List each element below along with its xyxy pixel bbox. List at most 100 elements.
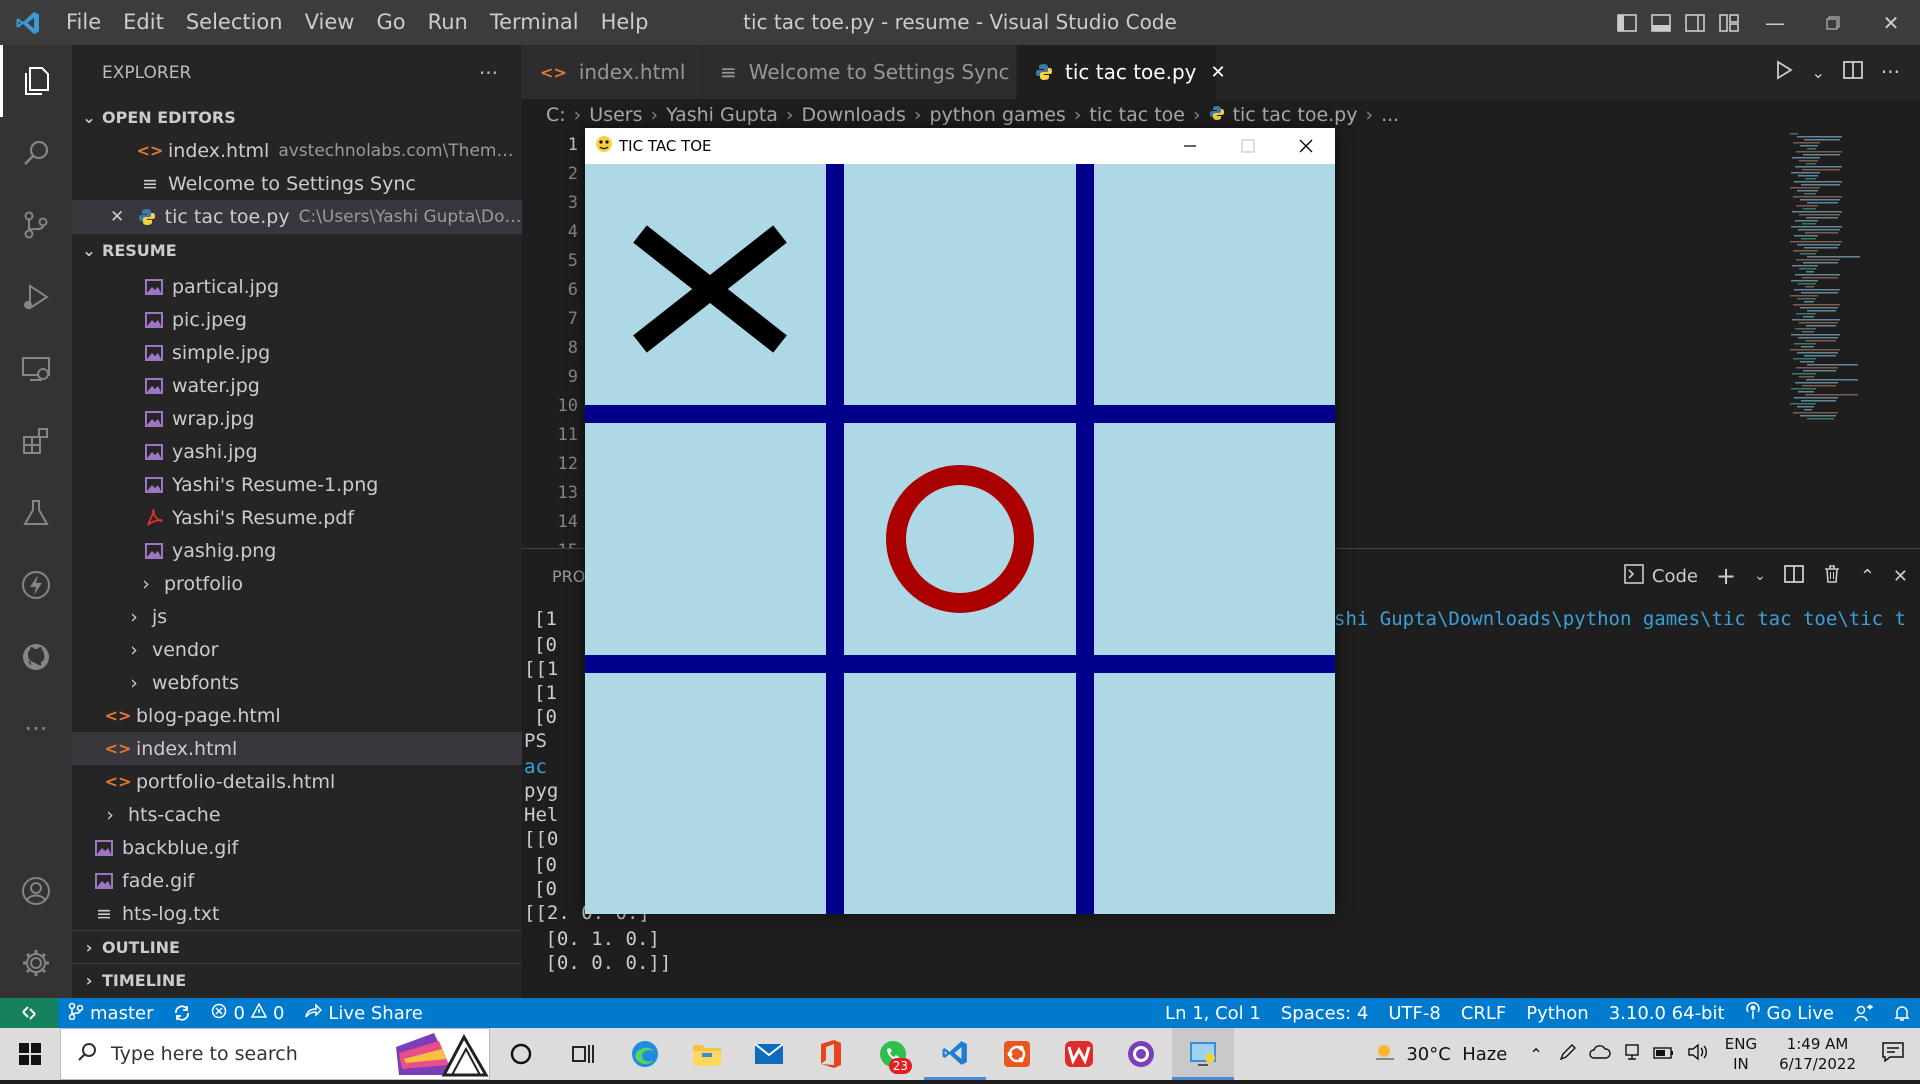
- battery-icon[interactable]: [1653, 1044, 1675, 1065]
- menu-go[interactable]: Go: [365, 0, 416, 45]
- gear-icon[interactable]: [0, 927, 72, 999]
- encoding[interactable]: UTF-8: [1378, 1003, 1450, 1024]
- tree-file[interactable]: yashig.png: [72, 534, 522, 567]
- breadcrumb-item[interactable]: tic tac toe: [1089, 104, 1185, 126]
- live-share-item[interactable]: Live Share: [294, 1003, 432, 1024]
- indentation[interactable]: Spaces: 4: [1271, 1003, 1378, 1024]
- mail-icon[interactable]: [738, 1028, 800, 1080]
- tree-file[interactable]: partical.jpg: [72, 270, 522, 303]
- toggle-panel-icon[interactable]: [1644, 0, 1678, 45]
- lightning-icon[interactable]: [0, 549, 72, 621]
- board-cell[interactable]: [835, 414, 1085, 664]
- board-cell[interactable]: [585, 164, 835, 414]
- language-indicator[interactable]: ENG IN: [1725, 1034, 1757, 1074]
- line-ending[interactable]: CRLF: [1451, 1003, 1516, 1024]
- split-terminal-icon[interactable]: [1783, 564, 1804, 589]
- minimap[interactable]: [1790, 131, 1900, 421]
- menu-edit[interactable]: Edit: [112, 0, 175, 45]
- toggle-sidebar-icon[interactable]: [1610, 0, 1644, 45]
- board-cell[interactable]: [585, 664, 835, 914]
- breadcrumb-item[interactable]: python games: [929, 104, 1065, 126]
- cursor-position[interactable]: Ln 1, Col 1: [1155, 1003, 1271, 1024]
- github-icon[interactable]: [0, 621, 72, 693]
- tree-file[interactable]: fade.gif: [72, 864, 522, 897]
- board-cell[interactable]: [1085, 664, 1335, 914]
- git-branch-item[interactable]: master: [58, 1002, 163, 1025]
- tree-file[interactable]: pic.jpeg: [72, 303, 522, 336]
- restore-button[interactable]: [1804, 0, 1862, 45]
- tab-tic-tac-toe[interactable]: tic tac toe.py ✕: [1017, 45, 1226, 99]
- tree-file-selected[interactable]: <> index.html: [72, 732, 522, 765]
- pygame-minimize-button[interactable]: [1161, 128, 1219, 164]
- office-icon[interactable]: [800, 1028, 862, 1080]
- breadcrumb-item[interactable]: Users: [589, 104, 642, 126]
- task-view-icon[interactable]: [552, 1028, 614, 1080]
- close-icon[interactable]: ✕: [110, 207, 137, 227]
- timeline-header[interactable]: › TIMELINE: [72, 963, 522, 996]
- chevron-down-icon[interactable]: ⌄: [1754, 568, 1766, 584]
- more-actions-icon[interactable]: ···: [1881, 60, 1900, 84]
- menu-help[interactable]: Help: [590, 0, 660, 45]
- pygame-close-button[interactable]: [1277, 128, 1335, 164]
- edge-browser-icon[interactable]: [614, 1028, 676, 1080]
- new-terminal-icon[interactable]: +: [1716, 562, 1736, 590]
- tab-index-html[interactable]: <> index.html: [522, 45, 702, 99]
- tree-folder[interactable]: › hts-cache: [72, 798, 522, 831]
- cloud-icon[interactable]: [1589, 1044, 1611, 1065]
- tic-tac-toe-board[interactable]: [585, 164, 1335, 914]
- open-editor-item-active[interactable]: ✕ tic tac toe.py C:\Users\Yashi Gupta\Down…: [72, 200, 522, 233]
- remote-indicator-icon[interactable]: [0, 998, 58, 1028]
- close-window-button[interactable]: ✕: [1862, 0, 1920, 45]
- weather-icon[interactable]: [1372, 1041, 1398, 1068]
- remote-explorer-icon[interactable]: [0, 333, 72, 405]
- python-interpreter[interactable]: 3.10.0 64-bit: [1599, 1003, 1735, 1024]
- whatsapp-icon[interactable]: 23: [862, 1028, 924, 1080]
- more-icon[interactable]: ···: [0, 693, 72, 765]
- run-debug-icon[interactable]: [0, 261, 72, 333]
- menu-selection[interactable]: Selection: [175, 0, 294, 45]
- board-cell[interactable]: [585, 414, 835, 664]
- tree-folder[interactable]: › webfonts: [72, 666, 522, 699]
- explorer-icon[interactable]: [0, 45, 72, 117]
- github-desktop-icon[interactable]: [1110, 1028, 1172, 1080]
- go-live-item[interactable]: Go Live: [1735, 1001, 1844, 1025]
- taskbar-search-box[interactable]: Type here to search: [60, 1028, 490, 1080]
- notifications-icon[interactable]: [1884, 1004, 1920, 1022]
- testing-icon[interactable]: [0, 477, 72, 549]
- tree-folder[interactable]: › js: [72, 600, 522, 633]
- search-icon[interactable]: [0, 117, 72, 189]
- volume-icon[interactable]: [1687, 1043, 1709, 1066]
- board-canvas[interactable]: [585, 164, 1335, 914]
- task-view-circle-icon[interactable]: [490, 1028, 552, 1080]
- sync-icon[interactable]: [163, 1004, 201, 1022]
- close-icon[interactable]: ✕: [1210, 62, 1225, 83]
- toggle-secondary-sidebar-icon[interactable]: [1678, 0, 1712, 45]
- tree-file[interactable]: <> blog-page.html: [72, 699, 522, 732]
- chevron-up-icon[interactable]: ⌃: [1529, 1045, 1542, 1064]
- source-control-icon[interactable]: [0, 189, 72, 261]
- open-editor-item[interactable]: ≡ Welcome to Settings Sync: [72, 167, 522, 200]
- tree-file[interactable]: yashi.jpg: [72, 435, 522, 468]
- maximize-panel-icon[interactable]: ⌃: [1860, 566, 1875, 587]
- problems-item[interactable]: 00: [201, 1001, 294, 1024]
- customize-layout-icon[interactable]: [1712, 0, 1746, 45]
- menu-terminal[interactable]: Terminal: [479, 0, 590, 45]
- tree-file[interactable]: backblue.gif: [72, 831, 522, 864]
- pygame-window-icon[interactable]: [1172, 1028, 1234, 1080]
- breadcrumb-item[interactable]: Downloads: [802, 104, 906, 126]
- language-mode[interactable]: Python: [1516, 1003, 1598, 1024]
- close-panel-icon[interactable]: ✕: [1893, 566, 1908, 587]
- feedback-icon[interactable]: [1844, 1004, 1884, 1022]
- split-editor-icon[interactable]: [1843, 60, 1863, 84]
- action-center-icon[interactable]: [1882, 1041, 1904, 1067]
- trash-icon[interactable]: [1822, 564, 1842, 589]
- terminal-shell-selector[interactable]: Code: [1624, 563, 1698, 589]
- tree-folder[interactable]: › vendor: [72, 633, 522, 666]
- file-explorer-icon[interactable]: [676, 1028, 738, 1080]
- explorer-more-button[interactable]: ···: [479, 61, 498, 85]
- network-icon[interactable]: [1623, 1043, 1641, 1066]
- tree-file[interactable]: water.jpg: [72, 369, 522, 402]
- breadcrumb-item[interactable]: ...: [1381, 104, 1399, 126]
- open-editor-item[interactable]: <>index.html avstechnolabs.com\Themefore.…: [72, 134, 522, 167]
- pen-icon[interactable]: [1559, 1043, 1577, 1066]
